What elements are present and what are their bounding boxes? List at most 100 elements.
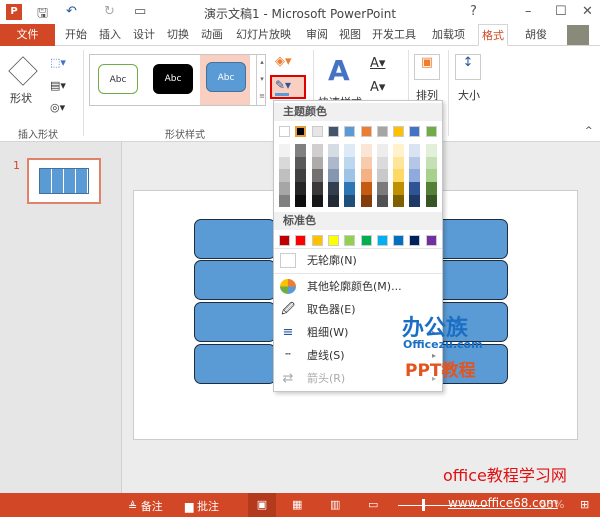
notes-button[interactable]: ≜ 备注: [128, 498, 163, 514]
theme-shade-swatch[interactable]: [360, 169, 372, 183]
theme-shade-swatch[interactable]: [279, 144, 290, 157]
theme-shade-swatch[interactable]: [393, 156, 405, 170]
shapes-icon[interactable]: [8, 56, 38, 86]
theme-shade-swatch[interactable]: [327, 144, 339, 157]
slide-thumbnail-1[interactable]: [27, 158, 101, 204]
menu-item-no-outline[interactable]: 无轮廓(N): [274, 249, 442, 272]
theme-shade-swatch[interactable]: [409, 169, 421, 183]
theme-shade-swatch[interactable]: [360, 182, 372, 195]
theme-shade-swatch[interactable]: [295, 194, 307, 208]
menu-item-more-colors[interactable]: 其他轮廓颜色(M)...: [274, 275, 442, 298]
help-button[interactable]: ?: [470, 4, 477, 19]
theme-shade-swatch[interactable]: [376, 169, 388, 183]
theme-shade-swatch[interactable]: [295, 169, 307, 183]
standard-color-swatch[interactable]: [409, 235, 421, 246]
theme-color-swatch[interactable]: [393, 126, 405, 137]
tab-animations[interactable]: 动画: [198, 24, 226, 46]
tab-file[interactable]: 文件: [0, 24, 55, 46]
shape-outline-button[interactable]: ✎▾: [270, 75, 306, 99]
gallery-scroll[interactable]: ▴ ▾ ≡: [256, 54, 267, 106]
rounded-rectangle-shape[interactable]: [194, 344, 276, 384]
maximize-button[interactable]: ☐: [555, 4, 567, 19]
theme-shade-swatch[interactable]: [311, 156, 323, 170]
theme-shade-swatch[interactable]: [295, 156, 307, 170]
avatar[interactable]: [567, 25, 589, 45]
user-name[interactable]: 胡俊: [522, 24, 550, 46]
theme-shade-swatch[interactable]: [344, 169, 356, 183]
theme-shade-swatch[interactable]: [376, 144, 388, 157]
theme-shade-swatch[interactable]: [376, 156, 388, 170]
close-button[interactable]: ✕: [582, 4, 593, 19]
theme-shade-swatch[interactable]: [327, 182, 339, 195]
theme-shade-swatch[interactable]: [279, 194, 290, 208]
reading-view-button[interactable]: ▥: [330, 498, 340, 511]
standard-color-swatch[interactable]: [376, 235, 388, 246]
size-button[interactable]: 大小: [458, 87, 480, 103]
size-icon[interactable]: ↕: [455, 54, 481, 80]
theme-shade-swatch[interactable]: [295, 182, 307, 195]
theme-shade-swatch[interactable]: [425, 156, 437, 170]
theme-shade-swatch[interactable]: [279, 156, 290, 170]
theme-shade-swatch[interactable]: [393, 169, 405, 183]
collapse-ribbon-icon[interactable]: ^: [585, 126, 593, 136]
minimize-button[interactable]: –: [525, 4, 532, 19]
theme-shade-swatch[interactable]: [344, 144, 356, 157]
edit-shape-icon[interactable]: ⬚▾: [50, 56, 66, 69]
theme-color-swatch[interactable]: [376, 126, 388, 137]
theme-color-swatch[interactable]: [279, 126, 290, 137]
standard-color-swatch[interactable]: [360, 235, 372, 246]
theme-shade-swatch[interactable]: [425, 169, 437, 183]
theme-color-swatch[interactable]: [311, 126, 323, 137]
tab-transitions[interactable]: 切换: [164, 24, 192, 46]
theme-shade-swatch[interactable]: [393, 182, 405, 195]
theme-shade-swatch[interactable]: [311, 182, 323, 195]
theme-shade-swatch[interactable]: [393, 194, 405, 208]
theme-shade-swatch[interactable]: [425, 182, 437, 195]
theme-shade-swatch[interactable]: [279, 182, 290, 195]
comments-button[interactable]: ▆ 批注: [185, 498, 219, 514]
theme-shade-swatch[interactable]: [425, 194, 437, 208]
theme-shade-swatch[interactable]: [295, 144, 307, 157]
standard-color-swatch[interactable]: [279, 235, 290, 246]
slide-sorter-button[interactable]: ▦: [292, 498, 302, 511]
theme-shade-swatch[interactable]: [327, 194, 339, 208]
tab-slideshow[interactable]: 幻灯片放映: [233, 24, 294, 46]
tab-view[interactable]: 视图: [336, 24, 364, 46]
theme-shade-swatch[interactable]: [311, 194, 323, 208]
theme-color-swatch[interactable]: [327, 126, 339, 137]
theme-shade-swatch[interactable]: [393, 144, 405, 157]
rounded-rectangle-shape[interactable]: [194, 260, 276, 300]
standard-color-swatch[interactable]: [327, 235, 339, 246]
theme-color-swatch[interactable]: [425, 126, 437, 137]
standard-color-swatch[interactable]: [393, 235, 405, 246]
shape-fill-icon[interactable]: ◈▾: [275, 54, 292, 69]
theme-color-swatch[interactable]: [295, 126, 307, 137]
standard-color-swatch[interactable]: [295, 235, 307, 246]
theme-color-swatch[interactable]: [360, 126, 372, 137]
zoom-slider-thumb[interactable]: [422, 499, 425, 511]
theme-shade-swatch[interactable]: [409, 182, 421, 195]
theme-shade-swatch[interactable]: [425, 144, 437, 157]
arrange-icon[interactable]: ▣: [414, 54, 440, 80]
style-blue-selected[interactable]: Abc: [206, 62, 246, 92]
style-outline-green[interactable]: Abc: [98, 64, 138, 94]
text-box-icon[interactable]: ▤▾: [50, 79, 66, 92]
slideshow-button[interactable]: ▭: [368, 498, 378, 511]
tab-format[interactable]: 格式: [478, 24, 508, 46]
theme-shade-swatch[interactable]: [360, 144, 372, 157]
fit-slide-icon[interactable]: ⊞: [580, 498, 589, 511]
theme-shade-swatch[interactable]: [327, 156, 339, 170]
theme-shade-swatch[interactable]: [376, 194, 388, 208]
style-black[interactable]: Abc: [153, 64, 193, 94]
quick-styles-icon[interactable]: A: [328, 54, 350, 87]
theme-color-swatch[interactable]: [344, 126, 356, 137]
theme-shade-swatch[interactable]: [311, 169, 323, 183]
text-outline-icon[interactable]: A▾: [370, 80, 385, 95]
theme-shade-swatch[interactable]: [344, 156, 356, 170]
standard-color-swatch[interactable]: [311, 235, 323, 246]
tab-insert[interactable]: 插入: [96, 24, 124, 46]
theme-shade-swatch[interactable]: [360, 194, 372, 208]
theme-shade-swatch[interactable]: [344, 194, 356, 208]
text-fill-icon[interactable]: A▾: [370, 56, 385, 71]
merge-shapes-icon[interactable]: ◎▾: [50, 101, 65, 114]
